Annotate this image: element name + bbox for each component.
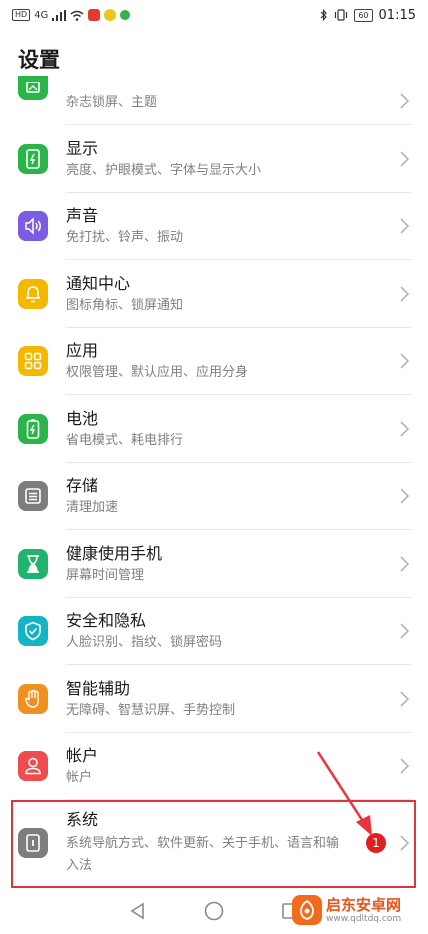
settings-item-subtitle: 清理加速 (66, 500, 119, 516)
settings-item-texts: 帐户 帐户 (66, 745, 428, 787)
settings-item-storage[interactable]: 存储 清理加速 (0, 463, 428, 531)
settings-item-title: 安全和隐私 (66, 611, 147, 631)
settings-item-texts: 显示 亮度、护眼模式、字体与显示大小 (66, 138, 428, 180)
chevron-right-icon (400, 623, 410, 639)
settings-item-title: 存储 (66, 476, 99, 496)
settings-item-texts: 应用 权限管理、默认应用、应用分身 (66, 340, 428, 382)
home-button[interactable] (202, 899, 226, 923)
settings-item-apps[interactable]: 应用 权限管理、默认应用、应用分身 (0, 328, 428, 396)
settings-item-display[interactable]: 显示 亮度、护眼模式、字体与显示大小 (0, 125, 428, 193)
chevron-right-icon (400, 556, 410, 572)
back-triangle-icon (130, 902, 144, 920)
display-icon (18, 143, 48, 174)
settings-item-subtitle: 屏幕时间管理 (66, 567, 145, 583)
settings-item-title: 帐户 (66, 746, 99, 766)
settings-item-texts: 电池 省电模式、耗电排行 (66, 408, 428, 450)
bell-icon (18, 278, 48, 309)
settings-item-texts: 智能辅助 无障碍、智慧识屏、手势控制 (66, 678, 428, 720)
watermark-texts: 启东安卓网 www.qdltdq.com (326, 896, 401, 925)
settings-item-subtitle: 免打扰、铃声、振动 (66, 230, 184, 246)
settings-item-texts: 声音 免打扰、铃声、振动 (66, 205, 428, 247)
apps-grid-icon (18, 346, 48, 377)
settings-item-subtitle: 权限管理、默认应用、应用分身 (66, 365, 249, 381)
settings-list: 杂志锁屏、主题 显示 亮度、护眼模式、字体与显示大小 声音 免打扰、铃声、振动 … (0, 76, 428, 886)
watermark: 启东安卓网 www.qdltdq.com (292, 892, 420, 928)
settings-item-subtitle: 省电模式、耗电排行 (66, 432, 184, 448)
settings-item-subtitle: 亮度、护眼模式、字体与显示大小 (66, 162, 262, 178)
status-left: HD 4G (12, 9, 131, 21)
settings-item-home-screen[interactable]: 杂志锁屏、主题 (0, 76, 428, 125)
chevron-right-icon (400, 758, 410, 774)
signal-bars-icon (52, 9, 67, 21)
wifi-icon (70, 10, 84, 21)
battery-icon (18, 413, 48, 444)
watermark-logo-icon (292, 895, 322, 925)
settings-item-digital-balance[interactable]: 健康使用手机 屏幕时间管理 (0, 530, 428, 598)
news-app-icon (88, 9, 101, 21)
settings-item-title: 智能辅助 (66, 678, 131, 698)
settings-item-battery[interactable]: 电池 省电模式、耗电排行 (0, 395, 428, 463)
magazine-icon (18, 76, 48, 100)
storage-icon (18, 481, 48, 512)
speaker-icon (18, 211, 48, 242)
notification-app-icon (104, 9, 117, 21)
hourglass-icon (18, 548, 48, 579)
chevron-right-icon (400, 421, 410, 437)
chevron-right-icon (400, 835, 410, 851)
update-badge: 1 (366, 833, 386, 853)
clock: 01:15 (378, 7, 416, 23)
chevron-right-icon (400, 151, 410, 167)
battery-level: 60 (354, 8, 373, 22)
settings-item-title: 应用 (66, 341, 99, 361)
settings-item-title: 系统 (66, 810, 99, 829)
location-app-icon (120, 10, 131, 20)
settings-item-texts: 存储 清理加速 (66, 475, 428, 517)
settings-item-subtitle: 图标角标、锁屏通知 (66, 297, 184, 313)
chevron-right-icon (400, 691, 410, 707)
chevron-right-icon (400, 218, 410, 234)
hd-badge: HD (12, 9, 31, 21)
settings-item-title: 声音 (66, 206, 99, 226)
settings-item-texts: 杂志锁屏、主题 (66, 88, 428, 112)
settings-item-title: 显示 (66, 138, 99, 158)
page-title: 设置 (18, 48, 60, 72)
watermark-url: www.qdltdq.com (326, 913, 402, 924)
settings-item-system[interactable]: 系统 系统导航方式、软件更新、关于手机、语言和输入法 1 (0, 800, 428, 886)
status-right: 60 01:15 (320, 8, 416, 23)
title-bar: 设置 (0, 30, 428, 88)
settings-item-sound[interactable]: 声音 免打扰、铃声、振动 (0, 193, 428, 261)
settings-item-subtitle: 人脸识别、指纹、锁屏密码 (66, 635, 223, 651)
settings-item-notifications[interactable]: 通知中心 图标角标、锁屏通知 (0, 260, 428, 328)
settings-item-security[interactable]: 安全和隐私 人脸识别、指纹、锁屏密码 (0, 598, 428, 666)
signal-label: 4G (34, 9, 49, 21)
settings-item-texts: 安全和隐私 人脸识别、指纹、锁屏密码 (66, 610, 428, 652)
settings-item-subtitle: 无障碍、智慧识屏、手势控制 (66, 702, 236, 718)
chevron-right-icon (400, 286, 410, 302)
settings-item-subtitle: 系统导航方式、软件更新、关于手机、语言和输入法 (66, 836, 340, 873)
settings-item-accessibility[interactable]: 智能辅助 无障碍、智慧识屏、手势控制 (0, 665, 428, 733)
settings-item-texts: 通知中心 图标角标、锁屏通知 (66, 273, 428, 315)
settings-item-subtitle: 帐户 (66, 770, 93, 786)
shield-icon (18, 616, 48, 647)
hand-icon (18, 683, 48, 714)
settings-item-title: 健康使用手机 (66, 543, 163, 563)
status-bar: HD 4G 60 01:15 (0, 0, 428, 30)
chevron-right-icon (400, 93, 410, 109)
settings-item-accounts[interactable]: 帐户 帐户 (0, 733, 428, 801)
bluetooth-icon (320, 9, 328, 21)
chevron-right-icon (400, 488, 410, 504)
settings-item-subtitle: 杂志锁屏、主题 (66, 95, 158, 110)
watermark-name: 启东安卓网 (326, 895, 402, 914)
user-icon (18, 751, 48, 782)
settings-item-title: 电池 (66, 408, 99, 428)
settings-item-texts: 健康使用手机 屏幕时间管理 (66, 543, 428, 585)
back-button[interactable] (126, 899, 150, 923)
vibrate-icon (335, 9, 348, 21)
chevron-right-icon (400, 353, 410, 369)
system-icon (18, 828, 48, 858)
home-circle-icon (204, 901, 224, 921)
settings-item-title: 通知中心 (66, 273, 131, 293)
